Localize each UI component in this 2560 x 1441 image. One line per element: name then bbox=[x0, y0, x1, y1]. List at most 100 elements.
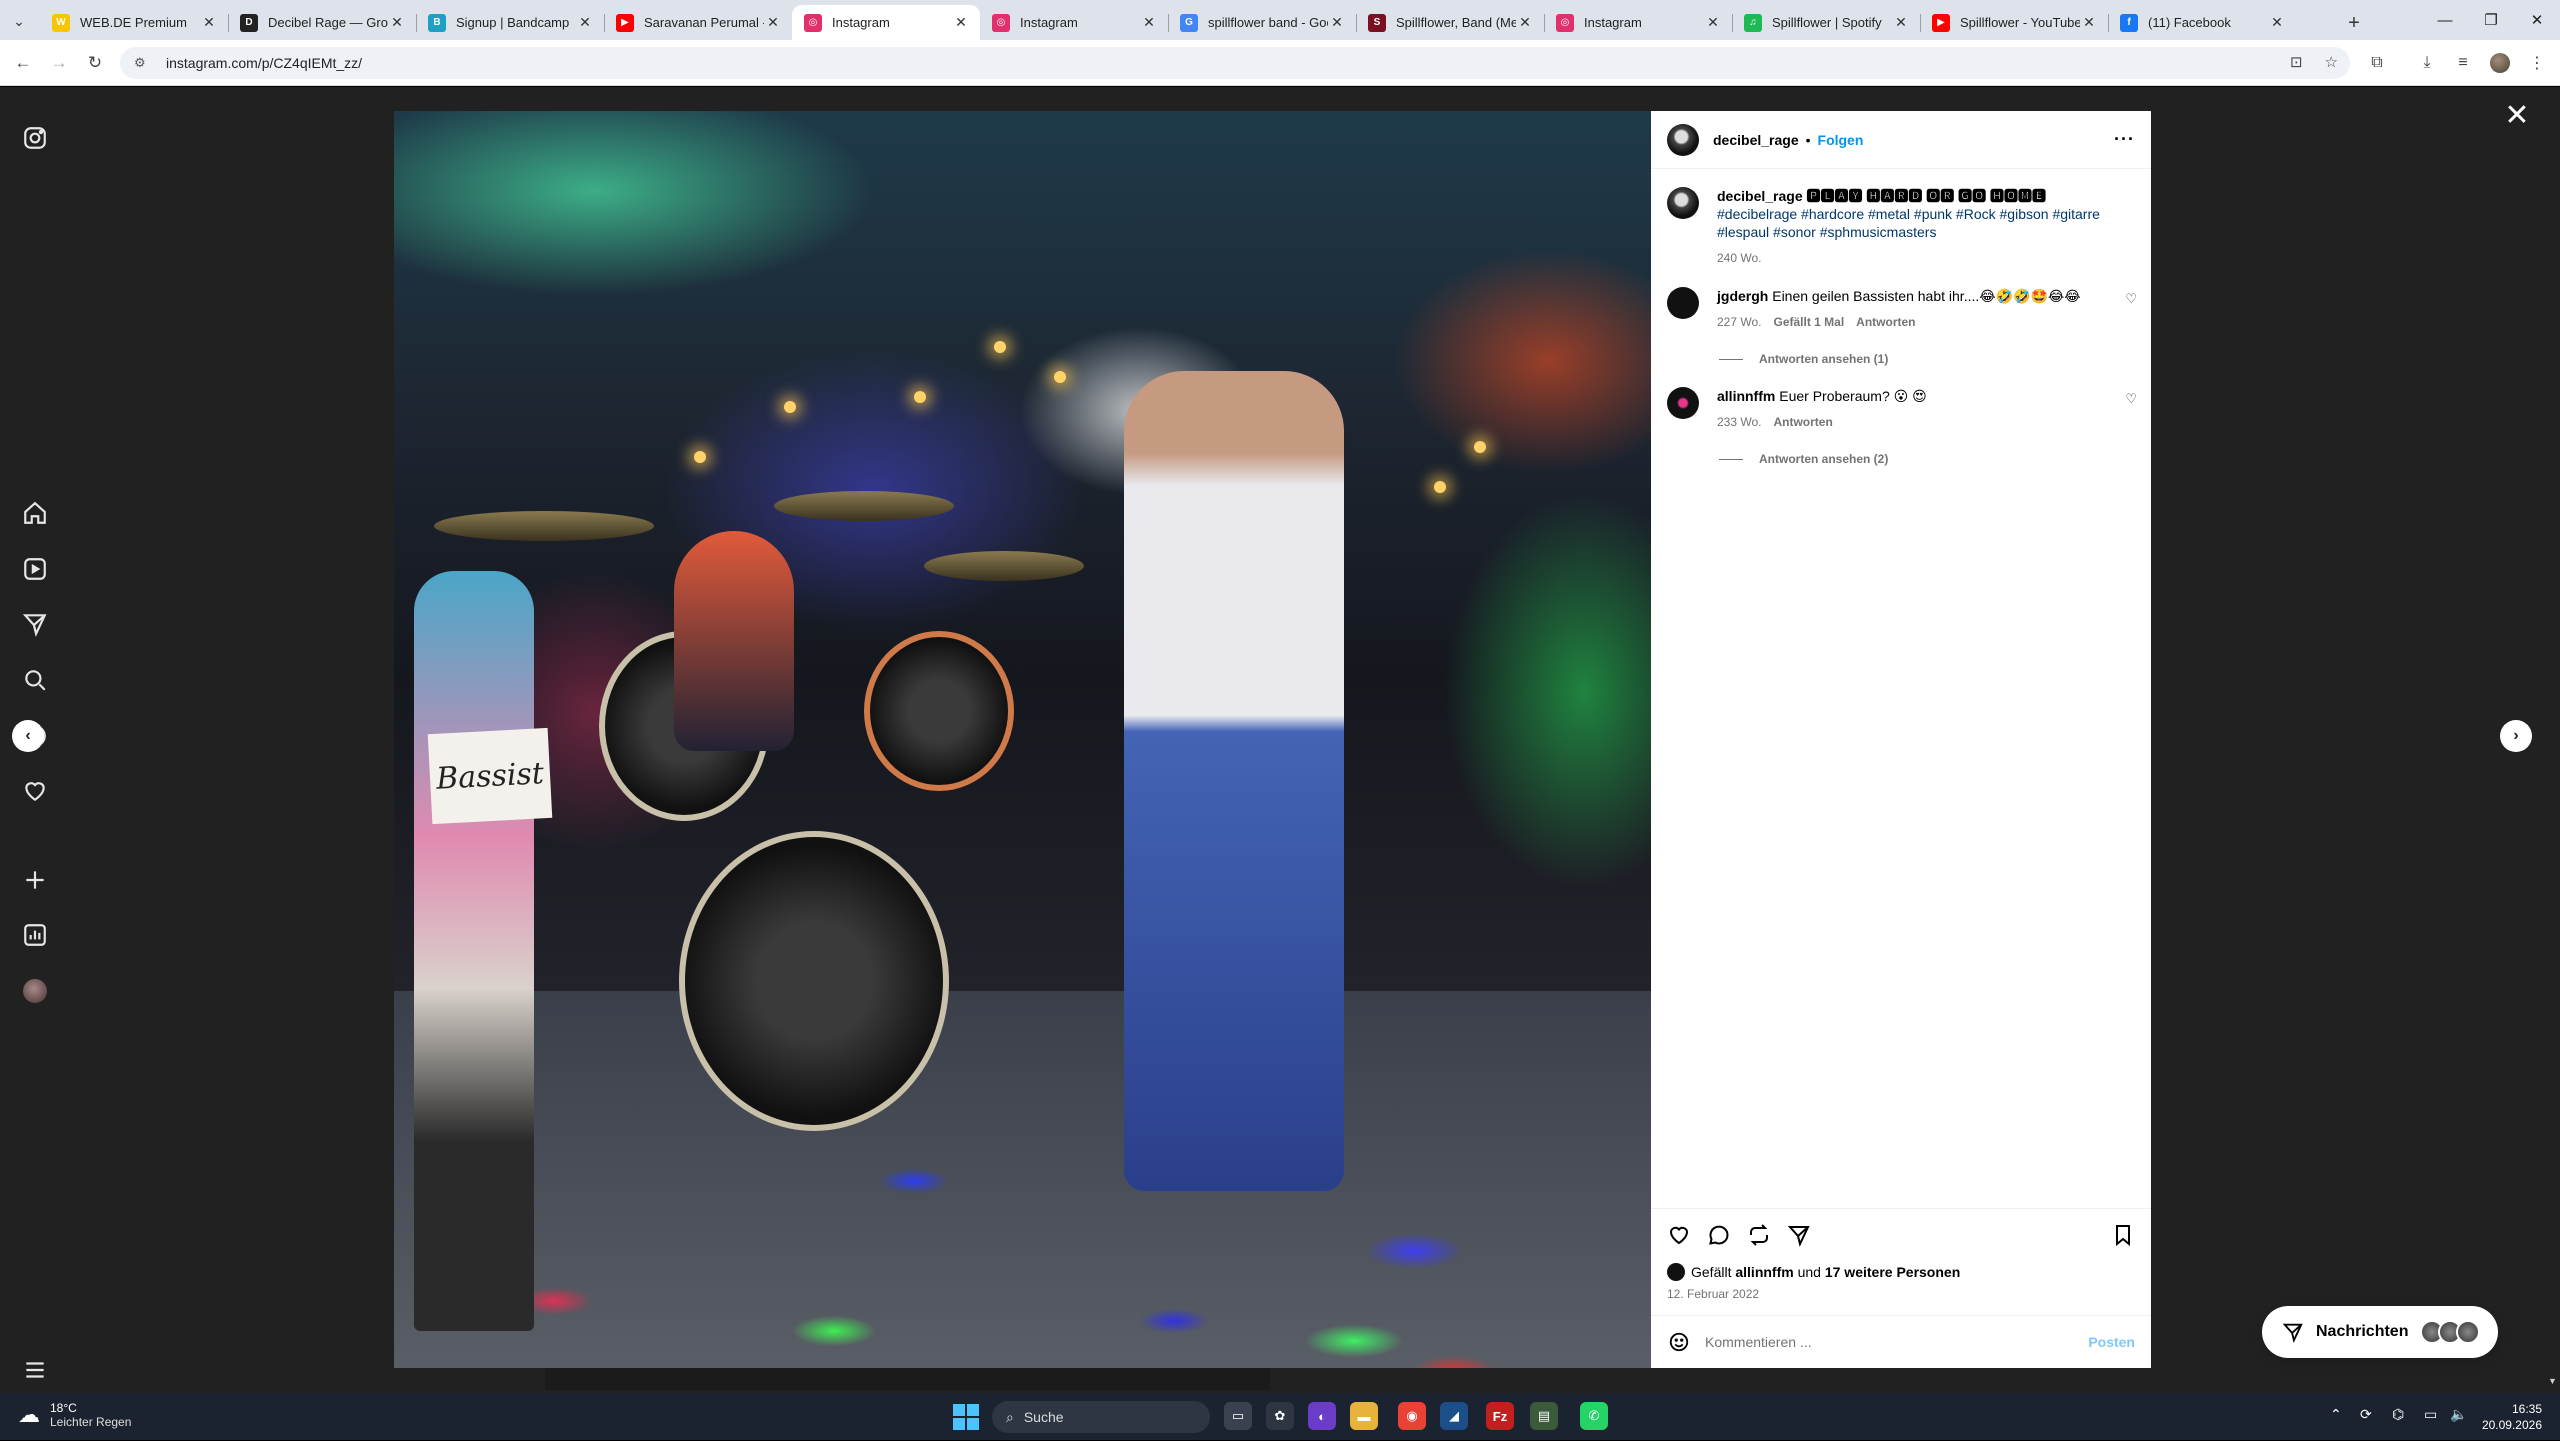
comment-like-heart-icon[interactable]: ♡ bbox=[2125, 291, 2137, 307]
browser-tab[interactable]: ▶ Spillflower - YouTube ✕ bbox=[1920, 5, 2108, 40]
tab-search-chevron-icon[interactable]: ⌄ bbox=[6, 8, 32, 34]
bookmark-star-icon[interactable]: ☆ bbox=[2325, 53, 2338, 71]
extensions-icon[interactable]: ⧉ bbox=[2364, 50, 2390, 76]
app-icon[interactable]: ▤ bbox=[1530, 1402, 1558, 1430]
comment-like-heart-icon[interactable]: ♡ bbox=[2125, 391, 2137, 407]
comment-username[interactable]: allinnffm bbox=[1717, 388, 1775, 404]
scroll-down-arrow-icon[interactable]: ▼ bbox=[2548, 1376, 2560, 1390]
dashboard-icon[interactable] bbox=[20, 920, 50, 950]
notifications-heart-icon[interactable] bbox=[20, 776, 50, 806]
profile-avatar[interactable] bbox=[2490, 53, 2510, 73]
tab-close-icon[interactable]: ✕ bbox=[1516, 14, 1534, 32]
network-icon[interactable]: ⌬ bbox=[2392, 1406, 2404, 1423]
caption-username[interactable]: decibel_rage bbox=[1717, 188, 1803, 204]
author-username[interactable]: decibel_rage bbox=[1713, 132, 1799, 148]
tab-close-icon[interactable]: ✕ bbox=[1328, 14, 1346, 32]
profile-avatar[interactable] bbox=[20, 976, 50, 1006]
tab-close-icon[interactable]: ✕ bbox=[1140, 14, 1158, 32]
downloads-icon[interactable]: ⤓ bbox=[2414, 50, 2440, 76]
more-options-icon[interactable]: ··· bbox=[2114, 129, 2135, 150]
media-control-icon[interactable]: ≡ bbox=[2450, 50, 2476, 76]
previous-post-arrow-icon[interactable]: ‹ bbox=[12, 720, 44, 752]
tab-close-icon[interactable]: ✕ bbox=[576, 14, 594, 32]
filezilla-icon[interactable]: Fz bbox=[1486, 1402, 1514, 1430]
copilot-icon[interactable]: ◐ bbox=[1308, 1402, 1336, 1430]
browser-tab[interactable]: ◎ Instagram ✕ bbox=[980, 5, 1168, 40]
direct-send-icon[interactable] bbox=[20, 609, 50, 639]
tab-close-icon[interactable]: ✕ bbox=[764, 14, 782, 32]
author-avatar[interactable] bbox=[1667, 123, 1699, 156]
like-heart-icon[interactable] bbox=[1665, 1221, 1693, 1249]
comment-reply-button[interactable]: Antworten bbox=[1773, 413, 1832, 431]
install-app-icon[interactable]: ⊡ bbox=[2290, 53, 2303, 71]
liked-by-user[interactable]: allinnffm bbox=[1735, 1264, 1793, 1280]
app-icon[interactable]: ◢ bbox=[1440, 1402, 1468, 1430]
save-bookmark-icon[interactable] bbox=[2109, 1221, 2137, 1249]
task-view-icon[interactable]: ▭ bbox=[1224, 1402, 1252, 1430]
liker-avatar[interactable] bbox=[1667, 1263, 1685, 1281]
browser-tab[interactable]: W WEB.DE Premium ✕ bbox=[40, 5, 228, 40]
view-replies-button[interactable]: Antworten ansehen (1) bbox=[1719, 352, 1888, 366]
address-bar[interactable]: ⚙ instagram.com/p/CZ4qIEMt_zz/ ⊡ ☆ bbox=[120, 47, 2350, 79]
volume-icon[interactable]: 🔈 bbox=[2450, 1406, 2467, 1423]
taskbar-search[interactable]: ⌕ Suche bbox=[992, 1401, 1210, 1433]
share-send-icon[interactable] bbox=[1785, 1221, 1813, 1249]
back-arrow-icon[interactable]: ← bbox=[8, 48, 38, 78]
site-settings-icon[interactable]: ⚙ bbox=[134, 55, 152, 71]
browser-tab[interactable]: Gspillflower band - Goo ✕ bbox=[1168, 5, 1356, 40]
tray-chevron-icon[interactable]: ⌃ bbox=[2330, 1406, 2342, 1423]
widgets-icon[interactable]: ✿ bbox=[1266, 1402, 1294, 1430]
liked-by-others[interactable]: 17 weitere Personen bbox=[1825, 1264, 1960, 1280]
weather-widget[interactable]: ☁ 18°C Leichter Regen bbox=[18, 1401, 131, 1429]
instagram-logo-icon[interactable] bbox=[20, 123, 50, 153]
follow-button[interactable]: Folgen bbox=[1818, 132, 1864, 148]
messages-button[interactable]: Nachrichten bbox=[2262, 1306, 2498, 1358]
tab-close-icon[interactable]: ✕ bbox=[388, 14, 406, 32]
search-icon[interactable] bbox=[20, 665, 50, 695]
clock[interactable]: 16:35 20.09.2026 bbox=[2482, 1401, 2542, 1433]
browser-menu-icon[interactable]: ⋮ bbox=[2524, 50, 2550, 76]
tab-close-icon[interactable]: ✕ bbox=[1892, 14, 1910, 32]
minimize-button[interactable]: — bbox=[2422, 0, 2468, 40]
home-icon[interactable] bbox=[20, 498, 50, 528]
create-plus-icon[interactable] bbox=[20, 865, 50, 895]
browser-tab[interactable]: B Signup | Bandcamp ✕ bbox=[416, 5, 604, 40]
tab-close-icon[interactable]: ✕ bbox=[2268, 14, 2286, 32]
new-tab-button[interactable]: + bbox=[2340, 9, 2368, 37]
browser-tab[interactable]: D Decibel Rage — Groo ✕ bbox=[228, 5, 416, 40]
close-post-icon[interactable]: ✕ bbox=[2500, 98, 2534, 132]
restore-button[interactable]: ❐ bbox=[2468, 0, 2514, 40]
browser-tab[interactable]: S Spillflower, Band (Met ✕ bbox=[1356, 5, 1544, 40]
comment-username[interactable]: jgdergh bbox=[1717, 288, 1768, 304]
tab-close-icon[interactable]: ✕ bbox=[2080, 14, 2098, 32]
browser-tab[interactable]: ♫ Spillflower | Spotify ✕ bbox=[1732, 5, 1920, 40]
browser-tab[interactable]: ◎ Instagram ✕ bbox=[1544, 5, 1732, 40]
display-icon[interactable]: ▭ bbox=[2424, 1406, 2437, 1423]
close-window-button[interactable]: ✕ bbox=[2514, 0, 2560, 40]
commenter-avatar[interactable] bbox=[1667, 287, 1699, 319]
view-replies-button[interactable]: Antworten ansehen (2) bbox=[1719, 452, 1888, 466]
browser-tab[interactable]: ▶ Saravanan Perumal - Y✕ bbox=[604, 5, 792, 40]
commenter-avatar[interactable] bbox=[1667, 387, 1699, 419]
tab-close-icon[interactable]: ✕ bbox=[1704, 14, 1722, 32]
reload-icon[interactable]: ↻ bbox=[80, 48, 110, 78]
file-explorer-icon[interactable]: ▬ bbox=[1350, 1402, 1378, 1430]
more-menu-icon[interactable] bbox=[20, 1355, 50, 1385]
forward-arrow-icon[interactable]: → bbox=[44, 48, 74, 78]
tab-close-icon[interactable]: ✕ bbox=[952, 14, 970, 32]
caption-author-avatar[interactable] bbox=[1667, 187, 1699, 219]
comment-reply-button[interactable]: Antworten bbox=[1856, 313, 1915, 331]
reels-icon[interactable] bbox=[20, 554, 50, 584]
sync-icon[interactable]: ⟳ bbox=[2360, 1406, 2372, 1423]
chrome-icon[interactable]: ◉ bbox=[1398, 1402, 1426, 1430]
next-post-arrow-icon[interactable]: › bbox=[2500, 720, 2532, 752]
tab-close-icon[interactable]: ✕ bbox=[200, 14, 218, 32]
comment-likes[interactable]: Gefällt 1 Mal bbox=[1773, 313, 1844, 331]
caption-hashtags[interactable]: #decibelrage #hardcore #metal #punk #Roc… bbox=[1717, 206, 2100, 240]
repost-icon[interactable] bbox=[1745, 1221, 1773, 1249]
browser-tab[interactable]: f (11) Facebook ✕ bbox=[2108, 5, 2296, 40]
browser-tab[interactable]: ◎ Instagram ✕ bbox=[792, 5, 980, 40]
post-comment-button[interactable]: Posten bbox=[2088, 1334, 2135, 1350]
comment-bubble-icon[interactable] bbox=[1705, 1221, 1733, 1249]
comment-input[interactable] bbox=[1705, 1334, 2089, 1350]
